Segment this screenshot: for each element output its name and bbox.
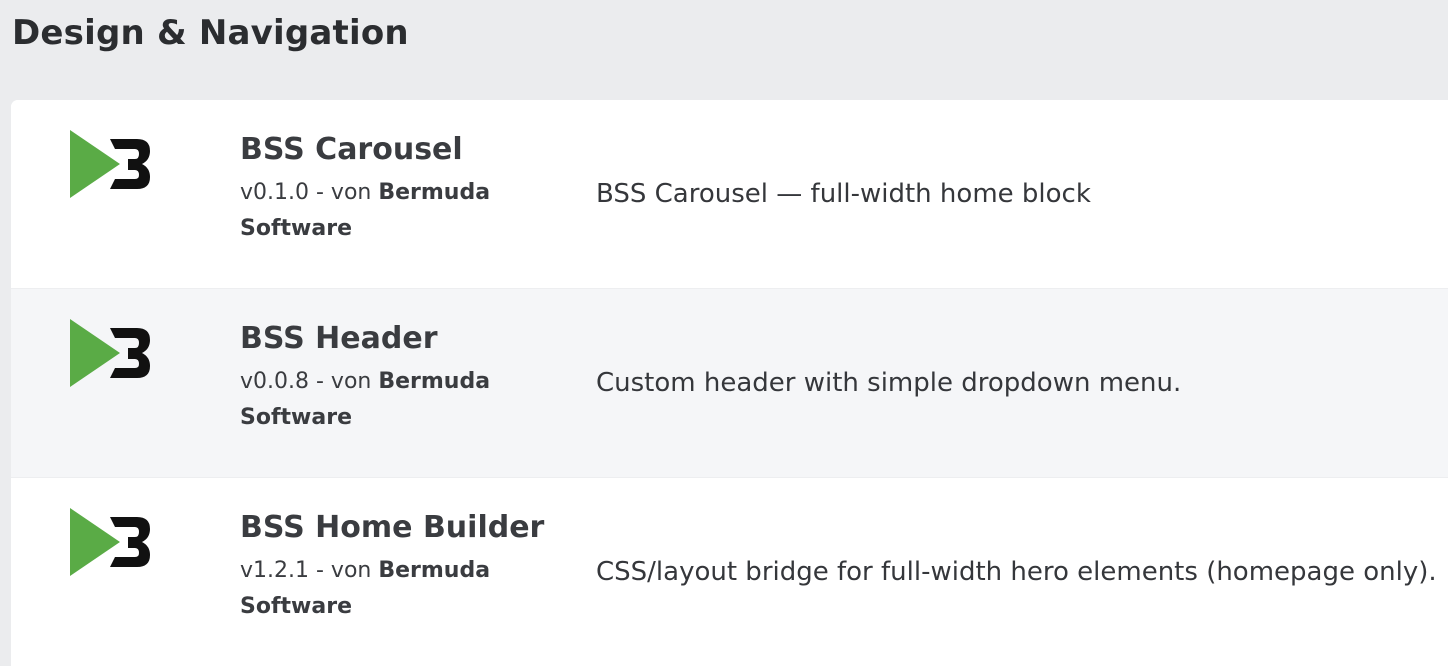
plugin-name[interactable]: BSS Carousel [240, 130, 463, 170]
plugin-description: Custom header with simple dropdown menu. [596, 368, 1182, 398]
plugin-row-bss-home-builder[interactable]: BSS Home Builder v1.2.1 - von Bermuda So… [11, 478, 1448, 666]
plugin-description: CSS/layout bridge for full-width hero el… [596, 557, 1437, 587]
plugin-row-bss-header[interactable]: BSS Header v0.0.8 - von Bermuda Software… [11, 289, 1448, 478]
plugin-list: BSS Carousel v0.1.0 - von Bermuda Softwa… [11, 100, 1448, 666]
plugin-version: v0.1.0 [240, 180, 309, 205]
plugin-row-bss-carousel[interactable]: BSS Carousel v0.1.0 - von Bermuda Softwa… [11, 100, 1448, 289]
plugin-name[interactable]: BSS Header [240, 319, 438, 359]
section-title: Design & Navigation [12, 13, 409, 53]
bermuda-b3-logo-icon [70, 508, 152, 576]
plugin-meta: v0.0.8 - von Bermuda Software [240, 364, 530, 436]
plugin-name[interactable]: BSS Home Builder [240, 508, 544, 548]
plugin-by-label: - von [309, 180, 379, 205]
plugin-meta: v0.1.0 - von Bermuda Software [240, 175, 530, 247]
plugin-by-label: - von [309, 369, 379, 394]
plugin-version: v1.2.1 [240, 558, 309, 583]
plugin-meta: v1.2.1 - von Bermuda Software [240, 553, 530, 625]
plugin-version: v0.0.8 [240, 369, 309, 394]
plugin-by-label: - von [309, 558, 379, 583]
bermuda-b3-logo-icon [70, 130, 152, 198]
bermuda-b3-logo-icon [70, 319, 152, 387]
plugin-description: BSS Carousel — full-width home block [596, 179, 1091, 209]
